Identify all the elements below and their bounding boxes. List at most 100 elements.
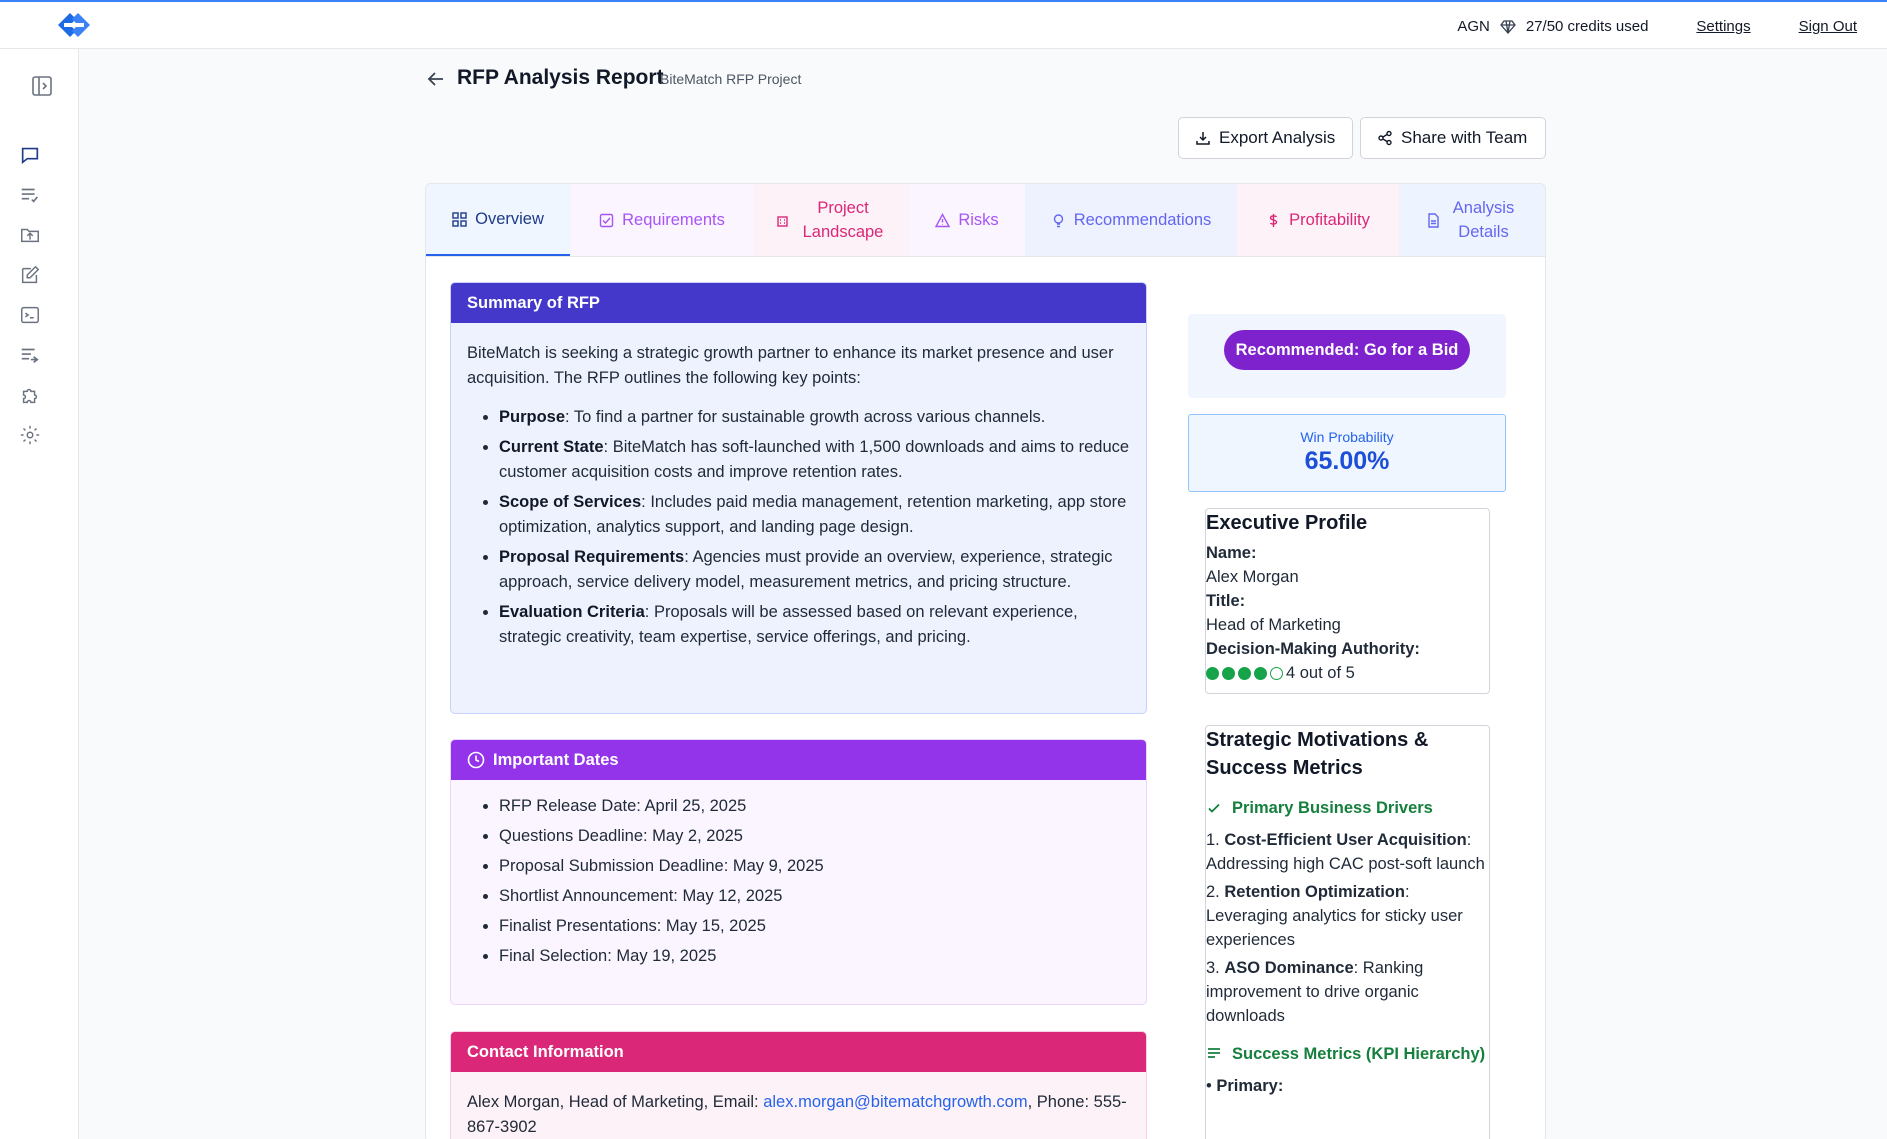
- clock-icon: [467, 751, 485, 769]
- org-code: AGN: [1457, 18, 1490, 35]
- success-metrics-label: Success Metrics (KPI Hierarchy): [1232, 1045, 1486, 1063]
- strategic-motivations-title: Strategic Motivations & Success Metrics: [1206, 729, 1429, 779]
- share-with-team-button[interactable]: Share with Team: [1360, 117, 1546, 159]
- upload-folder-icon[interactable]: [19, 224, 41, 246]
- tab-recommendations[interactable]: Recommendations: [1025, 184, 1237, 256]
- rating-dot-filled: [1222, 666, 1235, 680]
- settings-link[interactable]: Settings: [1696, 18, 1750, 35]
- primary-metric: • Primary:: [1206, 1077, 1284, 1095]
- tab-project-landscape[interactable]: Project Landscape: [754, 184, 909, 256]
- chat-icon[interactable]: [19, 144, 41, 166]
- summary-point: Current State: BiteMatch has soft-launch…: [499, 435, 1130, 485]
- export-analysis-button[interactable]: Export Analysis: [1178, 117, 1353, 159]
- sign-out-link[interactable]: Sign Out: [1799, 18, 1857, 35]
- point-term: Current State: [499, 438, 604, 456]
- analysis-panel: Overview Requirements Project Landscape …: [425, 183, 1546, 1139]
- tab-overview[interactable]: Overview: [426, 184, 570, 256]
- authority-rating: 4 out of 5: [1206, 661, 1489, 685]
- back-arrow-icon[interactable]: [425, 68, 447, 90]
- puzzle-icon[interactable]: [19, 384, 41, 406]
- document-icon: [1427, 212, 1439, 228]
- authority-label: Decision-Making Authority:: [1206, 640, 1420, 658]
- summary-point: Purpose: To find a partner for sustainab…: [499, 405, 1130, 430]
- export-analysis-label: Export Analysis: [1219, 128, 1336, 147]
- rating-dot-filled: [1206, 666, 1219, 680]
- executive-title: Head of Marketing: [1206, 616, 1341, 634]
- lightbulb-icon: [1053, 213, 1063, 227]
- point-text: : To find a partner for sustainable grow…: [565, 408, 1046, 426]
- summary-point: Proposal Requirements: Agencies must pro…: [499, 545, 1130, 595]
- date-item: Proposal Submission Deadline: May 9, 202…: [499, 854, 1130, 879]
- rating-dot-filled: [1254, 666, 1267, 680]
- tab-overview-label: Overview: [475, 210, 544, 228]
- gear-icon[interactable]: [19, 424, 41, 446]
- win-probability-box: Win Probability 65.00%: [1188, 414, 1506, 492]
- summary-card-body: BiteMatch is seeking a strategic growth …: [451, 323, 1146, 673]
- important-dates-card: Important Dates RFP Release Date: April …: [450, 739, 1147, 1005]
- app-logo[interactable]: [54, 10, 94, 40]
- contact-prefix: Alex Morgan, Head of Marketing, Email:: [467, 1093, 764, 1111]
- primary-drivers-label: Primary Business Drivers: [1232, 799, 1433, 817]
- download-icon: [1196, 132, 1210, 145]
- list-icon: [1208, 1048, 1220, 1058]
- summary-point: Scope of Services: Includes paid media m…: [499, 490, 1130, 540]
- terminal-icon[interactable]: [19, 304, 41, 326]
- tab-analysis-details[interactable]: Analysis Details: [1399, 184, 1545, 256]
- credits-indicator: AGN 27/50 credits used: [1457, 18, 1648, 35]
- summary-card: Summary of RFP BiteMatch is seeking a st…: [450, 282, 1147, 714]
- point-term: Scope of Services: [499, 493, 642, 511]
- rating-dot-filled: [1238, 666, 1251, 680]
- tab-profitability-label: Profitability: [1289, 211, 1370, 229]
- credits-text: 27/50 credits used: [1525, 18, 1649, 35]
- driver-term: Cost-Efficient User Acquisition: [1224, 831, 1467, 849]
- tab-profitability[interactable]: Profitability: [1237, 184, 1399, 256]
- title-label: Title:: [1206, 592, 1246, 610]
- rating-dot-empty: [1270, 666, 1283, 680]
- executive-profile-title: Executive Profile: [1206, 512, 1368, 534]
- driver-item: 3. ASO Dominance: Ranking improvement to…: [1206, 956, 1489, 1028]
- grid-icon: [452, 211, 467, 227]
- win-probability-value: 65.00%: [1304, 447, 1390, 475]
- tab-requirements[interactable]: Requirements: [570, 184, 754, 256]
- contact-card-header: Contact Information: [451, 1032, 1146, 1072]
- checklist-icon[interactable]: [19, 184, 41, 206]
- date-item: Shortlist Announcement: May 12, 2025: [499, 884, 1130, 909]
- tab-risks-label: Risks: [958, 211, 999, 229]
- sidebar-toggle-icon[interactable]: [30, 74, 54, 98]
- dates-list: RFP Release Date: April 25, 2025 Questio…: [467, 794, 1130, 969]
- summary-points: Purpose: To find a partner for sustainab…: [467, 405, 1130, 650]
- recommendation-box: Recommended: Go for a Bid: [1188, 314, 1506, 398]
- dollar-icon: [1269, 213, 1278, 227]
- recommendation-badge: Recommended: Go for a Bid: [1224, 330, 1470, 370]
- point-term: Evaluation Criteria: [499, 603, 645, 621]
- point-term: Proposal Requirements: [499, 548, 685, 566]
- primary-label: Primary:: [1216, 1077, 1284, 1095]
- success-metrics-heading: Success Metrics (KPI Hierarchy): [1206, 1042, 1489, 1066]
- driver-number: 1.: [1206, 831, 1225, 849]
- tab-bar: Overview Requirements Project Landscape …: [426, 184, 1545, 257]
- driver-item: 1. Cost-Efficient User Acquisition: Addr…: [1206, 828, 1489, 876]
- driver-term: ASO Dominance: [1224, 959, 1354, 977]
- list-arrow-icon[interactable]: [19, 344, 41, 366]
- warning-icon: [935, 212, 951, 227]
- tab-risks[interactable]: Risks: [909, 184, 1025, 256]
- date-item: RFP Release Date: April 25, 2025: [499, 794, 1130, 819]
- project-name: BiteMatch RFP Project: [660, 71, 802, 87]
- contact-card: Contact Information Alex Morgan, Head of…: [450, 1031, 1147, 1139]
- contact-card-body: Alex Morgan, Head of Marketing, Email: a…: [451, 1072, 1146, 1139]
- tab-requirements-label: Requirements: [622, 211, 725, 229]
- tab-project-landscape-label: Project Landscape: [802, 199, 884, 241]
- summary-card-header: Summary of RFP: [451, 283, 1146, 323]
- executive-name: Alex Morgan: [1206, 568, 1299, 586]
- edit-icon[interactable]: [19, 264, 41, 286]
- important-dates-body: RFP Release Date: April 25, 2025 Questio…: [451, 780, 1146, 992]
- rating-dots: [1206, 666, 1283, 680]
- driver-term: Retention Optimization: [1224, 883, 1405, 901]
- diamond-icon: [1500, 19, 1516, 35]
- important-dates-header: Important Dates: [451, 740, 1146, 780]
- date-item: Questions Deadline: May 2, 2025: [499, 824, 1130, 849]
- driver-number: 3.: [1206, 959, 1225, 977]
- authority-text: 4 out of 5: [1286, 664, 1355, 682]
- contact-email-link[interactable]: alex.morgan@bitematchgrowth.com: [763, 1093, 1027, 1111]
- win-probability-label: Win Probability: [1300, 429, 1394, 445]
